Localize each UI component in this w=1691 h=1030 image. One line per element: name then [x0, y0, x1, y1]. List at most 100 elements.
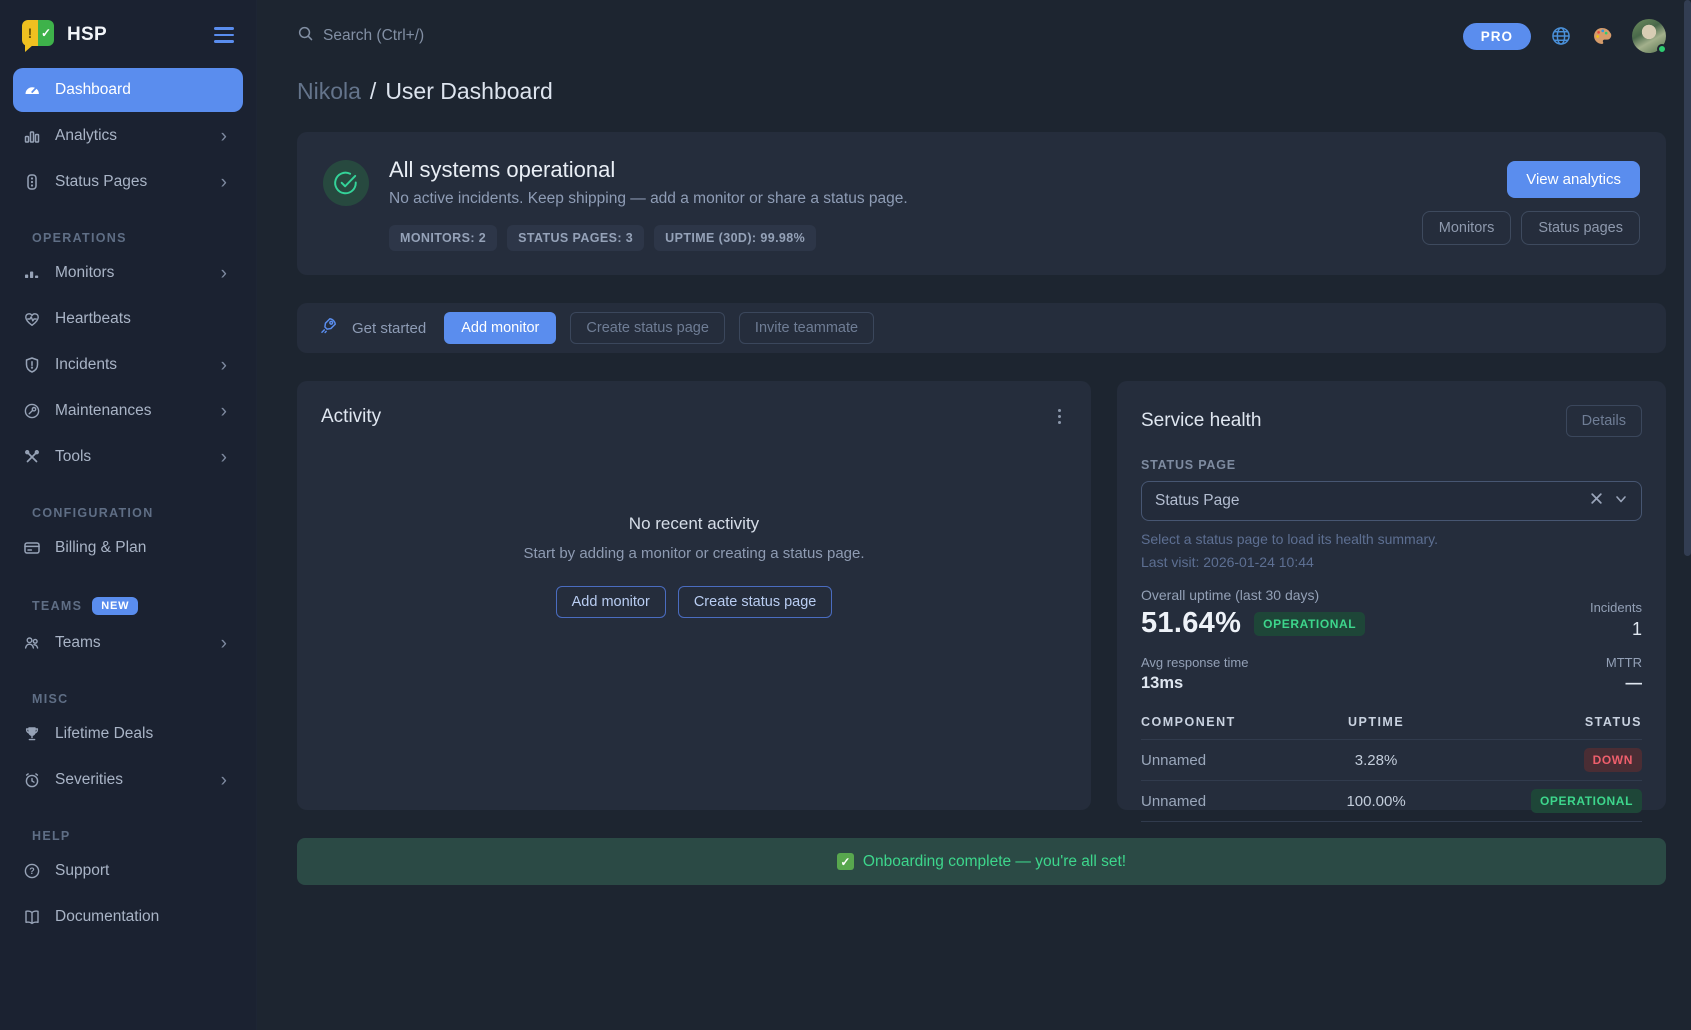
sidebar-item-lifetime-deals[interactable]: Lifetime Deals	[13, 712, 243, 756]
sidebar-item-documentation[interactable]: Documentation	[13, 895, 243, 939]
status-pages-button[interactable]: Status pages	[1521, 211, 1640, 245]
incidents-value: 1	[1590, 619, 1642, 640]
status-pages-count-badge: STATUS PAGES: 3	[507, 225, 644, 251]
sidebar-item-analytics[interactable]: Analytics ›	[13, 114, 243, 158]
hero-title: All systems operational	[389, 157, 908, 183]
sidebar-item-label: Tools	[55, 448, 207, 466]
gauge-icon	[23, 81, 41, 99]
page-scrollbar	[1684, 0, 1691, 1030]
monitors-count-badge: MONITORS: 2	[389, 225, 497, 251]
sidebar-item-label: Status Pages	[55, 173, 207, 191]
uptime-badge: UPTIME (30D): 99.98%	[654, 225, 816, 251]
table-row[interactable]: Unnamed 3.28% DOWN	[1141, 740, 1642, 781]
get-started-bar: Get started Add monitor Create status pa…	[297, 303, 1666, 353]
topbar-actions: PRO	[1463, 19, 1666, 53]
clear-selection-icon[interactable]	[1590, 492, 1603, 510]
sidebar-item-severities[interactable]: Severities ›	[13, 758, 243, 802]
sidebar-section-help: HELP	[32, 829, 256, 843]
mttr-value: —	[1606, 674, 1642, 693]
chevron-right-icon: ›	[221, 173, 233, 192]
new-badge: NEW	[92, 597, 138, 615]
page-title: User Dashboard	[385, 78, 552, 105]
view-analytics-button[interactable]: View analytics	[1507, 161, 1640, 198]
avg-response-value: 13ms	[1141, 674, 1248, 693]
logo-alert-half	[22, 20, 38, 46]
pro-plan-badge[interactable]: PRO	[1463, 23, 1531, 50]
brand-row: HSP	[0, 0, 256, 66]
service-health-card: Service health Details STATUS PAGE Statu…	[1117, 381, 1666, 810]
globe-icon[interactable]	[1550, 25, 1572, 47]
search-input[interactable]	[323, 27, 563, 45]
hero-subtitle: No active incidents. Keep shipping — add…	[389, 190, 908, 208]
trophy-icon	[23, 725, 41, 743]
last-visit-text: Last visit: 2026-01-24 10:44	[1141, 554, 1642, 570]
sidebar-item-teams[interactable]: Teams ›	[13, 621, 243, 665]
sidebar-item-maintenances[interactable]: Maintenances ›	[13, 389, 243, 433]
sidebar-item-monitors[interactable]: Monitors ›	[13, 251, 243, 295]
signal-bars-icon	[23, 264, 41, 282]
activity-title: Activity	[321, 406, 381, 428]
empty-state-title: No recent activity	[321, 514, 1067, 534]
sidebar-item-support[interactable]: ? Support	[13, 849, 243, 893]
breadcrumb-separator: /	[370, 78, 376, 105]
create-status-page-button[interactable]: Create status page	[570, 312, 725, 344]
component-uptime: 3.28%	[1320, 740, 1432, 781]
components-table: COMPONENT UPTIME STATUS Unnamed 3.28% DO…	[1141, 706, 1642, 822]
people-icon	[23, 634, 41, 652]
status-page-select-value: Status Page	[1155, 492, 1590, 510]
wrench-circle-icon	[23, 402, 41, 420]
details-button[interactable]: Details	[1566, 405, 1642, 437]
component-name: Unnamed	[1141, 740, 1320, 781]
sidebar-item-incidents[interactable]: Incidents ›	[13, 343, 243, 387]
monitors-button[interactable]: Monitors	[1422, 211, 1512, 245]
avg-response-label: Avg response time	[1141, 655, 1248, 670]
search-box[interactable]	[297, 25, 563, 47]
onboarding-banner-text: Onboarding complete — you're all set!	[863, 853, 1126, 871]
sidebar-section-misc: MISC	[32, 692, 256, 706]
main-content: PRO Nikola / User Dashboard	[257, 0, 1691, 1030]
sidebar-section-configuration: CONFIGURATION	[32, 506, 256, 520]
down-status-badge: DOWN	[1584, 748, 1642, 772]
chevron-right-icon: ›	[221, 448, 233, 467]
mttr-label: MTTR	[1606, 655, 1642, 670]
sidebar-item-heartbeats[interactable]: Heartbeats	[13, 297, 243, 341]
add-monitor-button[interactable]: Add monitor	[444, 312, 556, 344]
sidebar-item-dashboard[interactable]: Dashboard	[13, 68, 243, 112]
hamburger-menu-icon[interactable]	[212, 23, 236, 47]
sidebar-item-billing[interactable]: Billing & Plan	[13, 526, 243, 570]
uptime-label: Overall uptime (last 30 days)	[1141, 587, 1365, 603]
status-page-select[interactable]: Status Page	[1141, 481, 1642, 521]
scrollbar-thumb[interactable]	[1684, 0, 1691, 556]
table-row[interactable]: Unnamed 100.00% OPERATIONAL	[1141, 781, 1642, 822]
activity-card: Activity No recent activity Start by add…	[297, 381, 1091, 810]
empty-state-subtitle: Start by adding a monitor or creating a …	[321, 545, 1067, 562]
sidebar-item-label: Lifetime Deals	[55, 725, 233, 743]
chevron-right-icon: ›	[221, 402, 233, 421]
crossed-tools-icon	[23, 448, 41, 466]
sidebar: HSP Dashboard Analytics › Status Pages ›…	[0, 0, 257, 1030]
component-uptime: 100.00%	[1320, 781, 1432, 822]
app-root: HSP Dashboard Analytics › Status Pages ›…	[0, 0, 1691, 1030]
sidebar-section-teams: TEAMS NEW	[32, 597, 256, 615]
question-circle-icon: ?	[23, 862, 41, 880]
invite-teammate-button[interactable]: Invite teammate	[739, 312, 874, 344]
topbar: PRO	[297, 0, 1666, 54]
alarm-clock-icon	[23, 771, 41, 789]
chevron-down-icon[interactable]	[1614, 492, 1628, 511]
sidebar-item-label: Heartbeats	[55, 310, 233, 328]
empty-create-status-page-button[interactable]: Create status page	[678, 586, 833, 618]
select-helper-text: Select a status page to load its health …	[1141, 531, 1642, 547]
user-avatar[interactable]	[1632, 19, 1666, 53]
chevron-right-icon: ›	[221, 127, 233, 146]
app-logo-icon[interactable]	[22, 20, 54, 50]
sidebar-item-tools[interactable]: Tools ›	[13, 435, 243, 479]
traffic-light-icon	[23, 173, 41, 191]
sidebar-item-status-pages[interactable]: Status Pages ›	[13, 160, 243, 204]
breadcrumb: Nikola / User Dashboard	[297, 78, 1666, 105]
rocket-icon	[319, 316, 338, 340]
breadcrumb-parent[interactable]: Nikola	[297, 78, 361, 105]
kebab-menu-icon[interactable]	[1052, 405, 1067, 428]
empty-add-monitor-button[interactable]: Add monitor	[556, 586, 666, 618]
operational-status-badge: OPERATIONAL	[1254, 612, 1365, 636]
theme-palette-icon[interactable]	[1591, 25, 1613, 47]
